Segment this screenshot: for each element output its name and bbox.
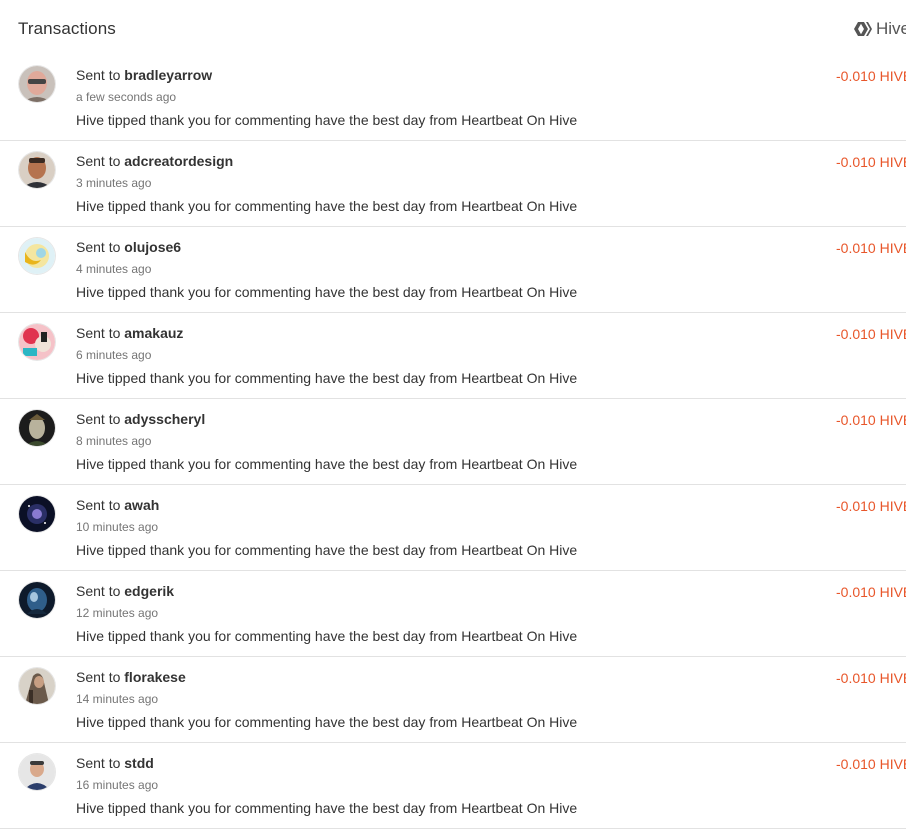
transaction-summary: Sent to stdd <box>76 755 154 771</box>
avatar[interactable] <box>19 668 55 704</box>
memo: Hive tipped thank you for commenting hav… <box>76 800 578 816</box>
currency-label: Hive <box>876 19 906 38</box>
timestamp: 8 minutes ago <box>76 434 152 448</box>
timestamp: 14 minutes ago <box>76 692 159 706</box>
recipient-link[interactable]: adcreatordesign <box>124 153 233 169</box>
recipient-link[interactable]: florakese <box>124 669 185 685</box>
sent-to-label: Sent to <box>76 67 121 83</box>
transaction-row: Sent to adysscheryl 8 minutes ago Hive t… <box>0 399 906 485</box>
memo: Hive tipped thank you for commenting hav… <box>76 198 578 214</box>
memo: Hive tipped thank you for commenting hav… <box>76 112 578 128</box>
amount: -0.010 HIVE <box>836 240 906 256</box>
amount: -0.010 HIVE <box>836 756 906 772</box>
amount: -0.010 HIVE <box>836 326 906 342</box>
memo: Hive tipped thank you for commenting hav… <box>76 542 578 558</box>
transaction-summary: Sent to amakauz <box>76 325 183 341</box>
timestamp: 12 minutes ago <box>76 606 159 620</box>
amount: -0.010 HIVE <box>836 68 906 84</box>
recipient-link[interactable]: awah <box>124 497 159 513</box>
transaction-row: Sent to florakese 14 minutes ago Hive ti… <box>0 657 906 743</box>
transaction-row: Sent to bradleyarrow a few seconds ago H… <box>0 55 906 141</box>
timestamp: 16 minutes ago <box>76 778 159 792</box>
timestamp: 3 minutes ago <box>76 176 152 190</box>
recipient-link[interactable]: edgerik <box>124 583 174 599</box>
timestamp: 6 minutes ago <box>76 348 152 362</box>
transaction-summary: Sent to adysscheryl <box>76 411 205 427</box>
avatar[interactable] <box>19 496 55 532</box>
transaction-summary: Sent to bradleyarrow <box>76 67 212 83</box>
timestamp: 10 minutes ago <box>76 520 159 534</box>
transaction-summary: Sent to awah <box>76 497 159 513</box>
amount: -0.010 HIVE <box>836 154 906 170</box>
sent-to-label: Sent to <box>76 583 121 599</box>
memo: Hive tipped thank you for commenting hav… <box>76 714 578 730</box>
amount: -0.010 HIVE <box>836 670 906 686</box>
sent-to-label: Sent to <box>76 153 121 169</box>
avatar[interactable] <box>19 582 55 618</box>
transactions-header: Transactions Hive <box>0 0 906 58</box>
transaction-summary: Sent to edgerik <box>76 583 174 599</box>
page-title: Transactions <box>18 19 116 38</box>
transaction-summary: Sent to adcreatordesign <box>76 153 233 169</box>
amount: -0.010 HIVE <box>836 412 906 428</box>
transaction-row: Sent to edgerik 12 minutes ago Hive tipp… <box>0 571 906 657</box>
memo: Hive tipped thank you for commenting hav… <box>76 370 578 386</box>
sent-to-label: Sent to <box>76 325 121 341</box>
memo: Hive tipped thank you for commenting hav… <box>76 628 578 644</box>
memo: Hive tipped thank you for commenting hav… <box>76 456 578 472</box>
timestamp: a few seconds ago <box>76 90 177 104</box>
recipient-link[interactable]: adysscheryl <box>124 411 205 427</box>
transaction-row: Sent to adcreatordesign 3 minutes ago Hi… <box>0 141 906 227</box>
avatar[interactable] <box>19 410 55 446</box>
sent-to-label: Sent to <box>76 411 121 427</box>
amount: -0.010 HIVE <box>836 498 906 514</box>
sent-to-label: Sent to <box>76 755 121 771</box>
transaction-summary: Sent to olujose6 <box>76 239 181 255</box>
memo: Hive tipped thank you for commenting hav… <box>76 284 578 300</box>
avatar[interactable] <box>19 324 55 360</box>
sent-to-label: Sent to <box>76 239 121 255</box>
avatar[interactable] <box>19 152 55 188</box>
transaction-summary: Sent to florakese <box>76 669 186 685</box>
transaction-row: Sent to olujose6 4 minutes ago Hive tipp… <box>0 227 906 313</box>
recipient-link[interactable]: olujose6 <box>124 239 181 255</box>
avatar[interactable] <box>19 238 55 274</box>
recipient-link[interactable]: stdd <box>124 755 154 771</box>
amount: -0.010 HIVE <box>836 584 906 600</box>
hive-logo-icon <box>854 22 872 36</box>
avatar[interactable] <box>19 66 55 102</box>
sent-to-label: Sent to <box>76 497 121 513</box>
transaction-list: Sent to bradleyarrow a few seconds ago H… <box>0 55 906 829</box>
currency-selector[interactable]: Hive <box>854 19 906 39</box>
recipient-link[interactable]: amakauz <box>124 325 183 341</box>
transaction-row: Sent to awah 10 minutes ago Hive tipped … <box>0 485 906 571</box>
transaction-row: Sent to stdd 16 minutes ago Hive tipped … <box>0 743 906 829</box>
transaction-row: Sent to amakauz 6 minutes ago Hive tippe… <box>0 313 906 399</box>
timestamp: 4 minutes ago <box>76 262 152 276</box>
sent-to-label: Sent to <box>76 669 121 685</box>
avatar[interactable] <box>19 754 55 790</box>
recipient-link[interactable]: bradleyarrow <box>124 67 212 83</box>
